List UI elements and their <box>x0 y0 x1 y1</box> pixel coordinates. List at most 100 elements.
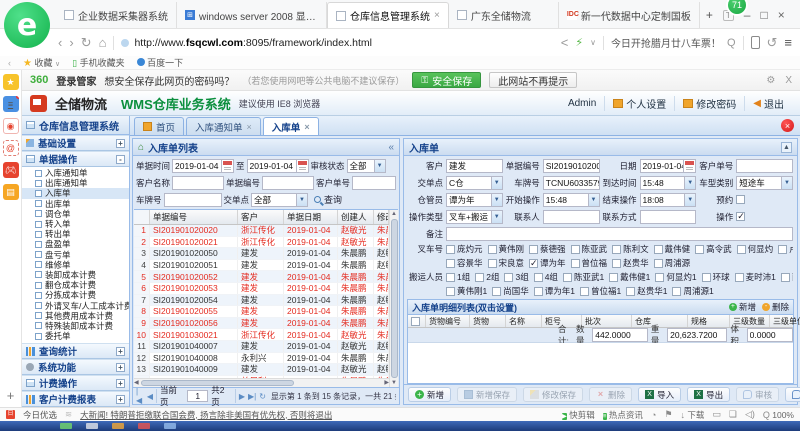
table-row[interactable]: 10SI201901030021浙江传化2019-01-04赵敏光朱晨鹏 <box>134 329 389 341</box>
table-row[interactable]: 11SI201901040007建发2019-01-04赵敏光赵敏光 <box>134 341 389 353</box>
sidebar-item-转入单[interactable]: 转入单 <box>22 219 129 229</box>
导出-button[interactable]: X导出 <box>687 387 730 402</box>
导入-button[interactable]: X导入 <box>638 387 681 402</box>
last-page-icon[interactable]: ▶| <box>248 392 256 401</box>
person-checkbox-陈利文[interactable]: 陈利文 <box>612 243 649 255</box>
customer-input[interactable] <box>172 176 224 190</box>
calendar-icon[interactable] <box>222 159 234 173</box>
sidebar-item-委托单[interactable]: 委托单 <box>22 331 129 341</box>
workspace-tab-入库通知单[interactable]: 入库通知单× <box>186 117 261 135</box>
text-input[interactable]: 建发 <box>446 159 503 173</box>
home-icon[interactable]: ⌂ <box>99 35 107 50</box>
chevron-down-icon[interactable]: ▼ <box>297 193 308 207</box>
text-input[interactable]: TCNU6033579 <box>543 176 600 190</box>
field-input-到达时间[interactable]: 15:48▼ <box>640 176 697 190</box>
checkbox[interactable] <box>571 245 580 254</box>
field-input-开始操作[interactable]: 15:48▼ <box>543 193 600 207</box>
browser-logo-icon[interactable]: e <box>4 2 50 48</box>
person-checkbox-黄伟刚1[interactable]: 黄伟刚1 <box>446 285 487 297</box>
custno-input[interactable] <box>352 176 396 190</box>
field-input-客户单号[interactable] <box>736 159 793 173</box>
checkbox[interactable] <box>695 245 704 254</box>
status-select[interactable]: 全部▼ <box>347 159 386 173</box>
checkbox[interactable] <box>446 273 455 282</box>
新增-button[interactable]: +新增 <box>408 387 451 402</box>
column-header-创建人[interactable]: 创建人 <box>338 210 374 224</box>
person-checkbox-周浦源[interactable]: 周浦源 <box>654 257 691 269</box>
chevron-down-icon[interactable]: ▼ <box>492 176 503 190</box>
page-number-input[interactable]: 1 <box>187 390 208 402</box>
browser-tab[interactable]: 仓库信息管理系统× <box>327 2 449 28</box>
column-header-单据日期[interactable]: 单据日期 <box>284 210 338 224</box>
person-checkbox-赵贵华[interactable]: 赵贵华 <box>612 257 649 269</box>
text-input[interactable]: SI2019010200 <box>543 159 600 173</box>
share-icon[interactable]: < <box>561 35 569 50</box>
person-checkbox-何显灼[interactable]: 何显灼 <box>737 243 774 255</box>
column-header-单据编号[interactable]: 单据编号 <box>150 210 238 224</box>
new-tab-button[interactable]: + <box>706 8 713 22</box>
close-tab-icon[interactable]: × <box>247 122 252 132</box>
pin-icon[interactable]: ⚑ <box>664 409 672 420</box>
sidebar-section-查询统计[interactable]: 查询统计+ <box>22 343 129 359</box>
calendar-icon[interactable] <box>297 159 309 173</box>
field-input-单据编号[interactable]: SI2019010200 <box>543 159 600 173</box>
volume-total-input[interactable]: 0.0000 <box>747 328 793 342</box>
select-all-checkbox[interactable] <box>411 317 420 326</box>
plate-input[interactable] <box>164 193 222 207</box>
panel-collapse-icon[interactable]: « <box>388 142 394 153</box>
windows-taskbar[interactable] <box>0 421 800 431</box>
calendar-icon[interactable] <box>684 159 696 173</box>
table-row[interactable]: 8SI201901020055建发2019-01-04朱晨鹏朱晨鹏 <box>134 306 389 318</box>
chevron-down-icon[interactable]: ▼ <box>589 193 600 207</box>
forward-icon[interactable]: › <box>69 35 73 50</box>
dismiss-button[interactable]: 此网站不再提示 <box>489 72 577 88</box>
person-checkbox-高令武[interactable]: 高令武 <box>695 243 732 255</box>
sidebar-item-出库单[interactable]: 出库单 <box>22 199 129 209</box>
field-input-日期[interactable]: 2019-01-04 <box>640 159 697 173</box>
text-input[interactable]: C仓 <box>446 176 492 190</box>
baidu-bookmark[interactable]: 百度一下 <box>137 56 184 69</box>
add-line-button[interactable]: +新增 <box>729 301 756 313</box>
logout-button[interactable]: ◀退出 <box>744 96 792 111</box>
hot-news-tool[interactable]: ≡ 热点资讯 <box>603 409 643 421</box>
checkbox[interactable] <box>654 245 663 254</box>
field-input-交单点[interactable]: C仓▼ <box>446 176 503 190</box>
back-icon[interactable]: ‹ <box>58 35 62 50</box>
checkbox[interactable] <box>492 287 501 296</box>
news-ticker-link[interactable]: 大新闻! 特朗普拒缴联合国会费, 扬言除非美国有优先权, 否则将退出 <box>80 409 332 421</box>
chevron-down-icon[interactable]: ▼ <box>492 210 503 224</box>
search-button[interactable]: 查询 <box>310 193 346 206</box>
sidebar-section-基础设置[interactable]: 基础设置+ <box>22 135 129 151</box>
person-checkbox-曾位福[interactable]: 曾位福 <box>571 257 608 269</box>
chevron-down-icon[interactable]: ▼ <box>492 193 503 207</box>
chevron-down-icon[interactable]: ▼ <box>375 159 386 173</box>
checkbox[interactable] <box>626 287 635 296</box>
favorites-strip-icon[interactable]: ★ <box>3 74 19 90</box>
detail-column-货物编号[interactable]: 货物编号 <box>426 315 470 327</box>
person-checkbox-宋良意[interactable]: 宋良意 <box>488 257 525 269</box>
checkbox[interactable] <box>488 259 497 268</box>
favorites-item[interactable]: ★ 收藏 ∨ <box>23 56 60 69</box>
checkbox-操作[interactable] <box>736 212 745 221</box>
code-input[interactable] <box>262 176 314 190</box>
sidebar-item-转出单[interactable]: 转出单 <box>22 229 129 239</box>
sidebar-item-特殊装卸成本计费[interactable]: 特殊装卸成本计费 <box>22 321 129 331</box>
checkbox[interactable] <box>778 245 787 254</box>
workspace-tab-首页[interactable]: 首页 <box>134 117 184 135</box>
table-row[interactable]: 9SI201901020056建发2019-01-04朱晨鹏朱晨鹏 <box>134 318 389 330</box>
checkbox-预约[interactable] <box>736 195 745 204</box>
detail-column-货物[interactable]: 货物 <box>470 315 506 327</box>
checkbox[interactable] <box>534 273 543 282</box>
person-checkbox-戴伟健[interactable]: 戴伟健 <box>654 243 691 255</box>
detail-column-三级单位[interactable]: 三级单位 <box>770 315 800 327</box>
checkbox[interactable] <box>737 245 746 254</box>
search-box[interactable]: 今日开抢腊月廿八车票！ Q <box>611 35 736 50</box>
field-input-联系方式[interactable] <box>640 210 697 224</box>
checkbox[interactable] <box>735 273 744 282</box>
person-checkbox-南庄[interactable]: 南庄 <box>781 271 793 283</box>
checkbox[interactable] <box>702 273 711 282</box>
sidebar-section-计费操作[interactable]: 计费操作+ <box>22 375 129 391</box>
checkbox[interactable] <box>488 245 497 254</box>
sidebar-section-系统功能[interactable]: 系统功能+ <box>22 359 129 375</box>
select-all-header[interactable] <box>408 315 426 327</box>
